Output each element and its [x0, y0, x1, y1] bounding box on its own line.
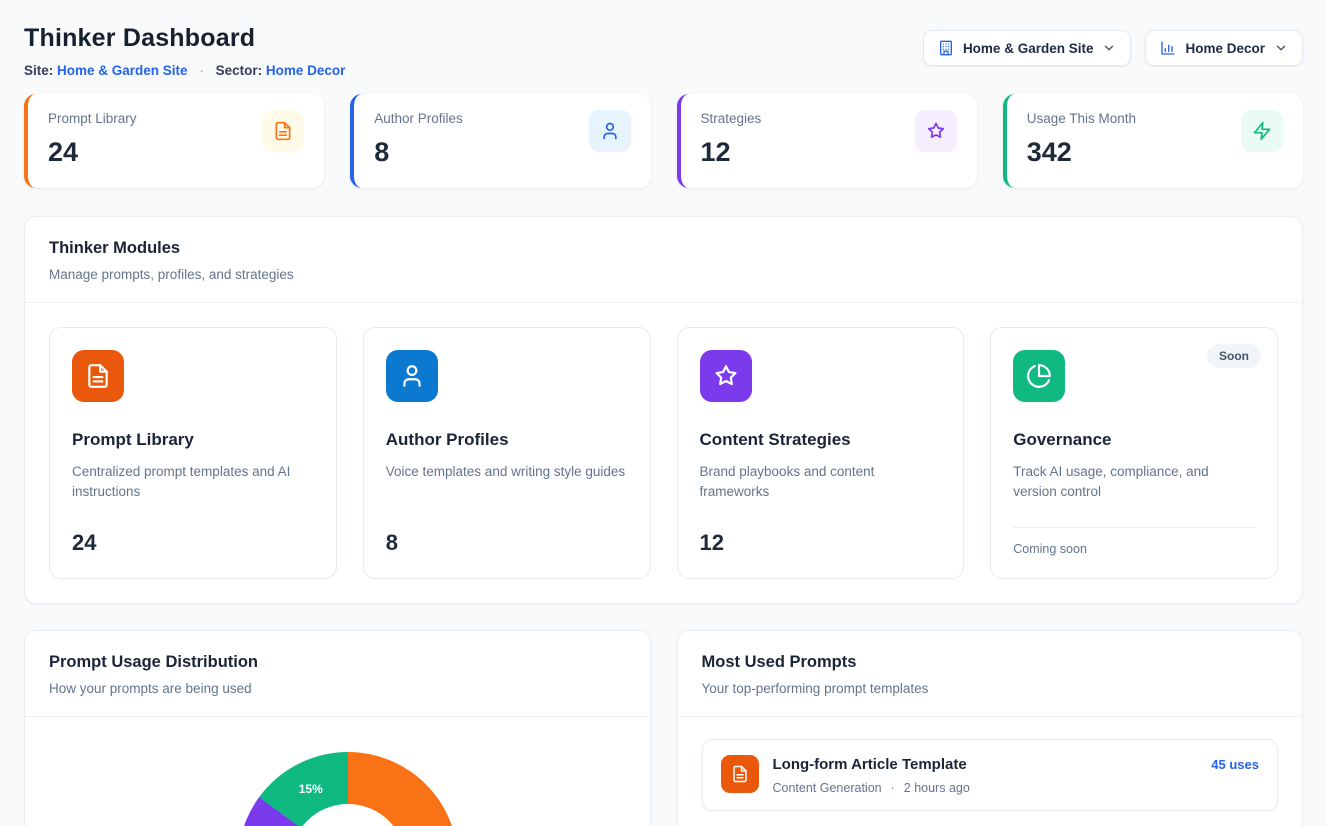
most-used-subtitle: Your top-performing prompt templates — [702, 681, 1279, 696]
sector-selector-label: Home Decor — [1185, 41, 1265, 56]
usage-chart-subtitle: How your prompts are being used — [49, 681, 626, 696]
stat-card-strategies: Strategies 12 — [677, 94, 977, 188]
module-description: Voice templates and writing style guides — [386, 462, 628, 482]
star-icon — [700, 350, 752, 402]
page-title: Thinker Dashboard — [24, 24, 345, 53]
site-link[interactable]: Home & Garden Site — [57, 63, 188, 78]
donut-chart-area: 15% — [25, 717, 650, 826]
module-description: Brand playbooks and content frameworks — [700, 462, 942, 503]
module-card-content-strategies[interactable]: Content Strategies Brand playbooks and c… — [677, 327, 965, 579]
bar-chart-icon — [1160, 40, 1176, 56]
module-card-governance[interactable]: Soon Governance Track AI usage, complian… — [990, 327, 1278, 579]
dashboard-page: Thinker Dashboard Site: Home & Garden Si… — [0, 0, 1327, 826]
module-title: Prompt Library — [72, 430, 314, 450]
user-icon — [589, 110, 631, 152]
site-label: Site: — [24, 63, 53, 78]
prompt-info: Long-form Article Template Content Gener… — [773, 755, 970, 795]
site-selector-label: Home & Garden Site — [963, 41, 1094, 56]
stat-card-prompt-library: Prompt Library 24 — [24, 94, 324, 188]
top-bar: Thinker Dashboard Site: Home & Garden Si… — [24, 24, 1303, 78]
chevron-down-icon — [1274, 41, 1288, 55]
most-used-title: Most Used Prompts — [702, 653, 1279, 672]
document-icon — [72, 350, 124, 402]
prompt-uses-badge: 45 uses — [1211, 755, 1259, 772]
module-title: Governance — [1013, 430, 1255, 450]
prompt-meta: Content Generation · 2 hours ago — [773, 781, 970, 795]
usage-chart-header: Prompt Usage Distribution How your promp… — [25, 631, 650, 716]
module-description: Centralized prompt templates and AI inst… — [72, 462, 314, 503]
meta-dot: · — [891, 781, 895, 795]
most-used-header: Most Used Prompts Your top-performing pr… — [678, 631, 1303, 716]
user-icon — [386, 350, 438, 402]
star-icon — [915, 110, 957, 152]
pie-chart-icon — [1013, 350, 1065, 402]
list-item-prompt[interactable]: Long-form Article Template Content Gener… — [702, 739, 1279, 811]
usage-chart-title: Prompt Usage Distribution — [49, 653, 626, 672]
module-count: 24 — [72, 512, 314, 556]
thinker-modules-section: Thinker Modules Manage prompts, profiles… — [24, 216, 1303, 604]
modules-grid: Prompt Library Centralized prompt templa… — [25, 303, 1302, 603]
modules-header: Thinker Modules Manage prompts, profiles… — [25, 217, 1302, 302]
prompt-category: Content Generation — [773, 781, 882, 795]
coming-soon-note: Coming soon — [1013, 527, 1255, 556]
module-title: Author Profiles — [386, 430, 628, 450]
bottom-row: Prompt Usage Distribution How your promp… — [24, 630, 1303, 826]
most-used-prompts-card: Most Used Prompts Your top-performing pr… — [677, 630, 1304, 826]
site-selector-dropdown[interactable]: Home & Garden Site — [923, 30, 1132, 66]
stats-row: Prompt Library 24 Author Profiles 8 Stra… — [24, 94, 1303, 188]
prompt-time: 2 hours ago — [904, 781, 970, 795]
bolt-icon — [1241, 110, 1283, 152]
modules-subtitle: Manage prompts, profiles, and strategies — [49, 267, 1278, 282]
module-count: 12 — [700, 512, 942, 556]
module-card-author-profiles[interactable]: Author Profiles Voice templates and writ… — [363, 327, 651, 579]
document-icon — [262, 110, 304, 152]
module-count: 8 — [386, 512, 628, 556]
chevron-down-icon — [1102, 41, 1116, 55]
modules-title: Thinker Modules — [49, 239, 1278, 258]
selectors: Home & Garden Site Home Decor — [923, 30, 1303, 66]
building-icon — [938, 40, 954, 56]
meta-dot: · — [191, 63, 212, 78]
stat-card-author-profiles: Author Profiles 8 — [350, 94, 650, 188]
prompt-list: Long-form Article Template Content Gener… — [678, 717, 1303, 826]
site-meta: Site: Home & Garden Site · Sector: Home … — [24, 63, 345, 78]
soon-badge: Soon — [1207, 344, 1261, 368]
donut-segment-label: 15% — [299, 782, 323, 796]
prompt-usage-card: Prompt Usage Distribution How your promp… — [24, 630, 651, 826]
document-icon — [721, 755, 759, 793]
module-title: Content Strategies — [700, 430, 942, 450]
module-card-prompt-library[interactable]: Prompt Library Centralized prompt templa… — [49, 327, 337, 579]
sector-selector-dropdown[interactable]: Home Decor — [1145, 30, 1303, 66]
header-text: Thinker Dashboard Site: Home & Garden Si… — [24, 24, 345, 78]
sector-label: Sector: — [216, 63, 263, 78]
stat-card-usage: Usage This Month 342 — [1003, 94, 1303, 188]
donut-chart: 15% — [238, 752, 458, 826]
module-description: Track AI usage, compliance, and version … — [1013, 462, 1255, 503]
prompt-title: Long-form Article Template — [773, 755, 970, 773]
sector-link[interactable]: Home Decor — [266, 63, 346, 78]
